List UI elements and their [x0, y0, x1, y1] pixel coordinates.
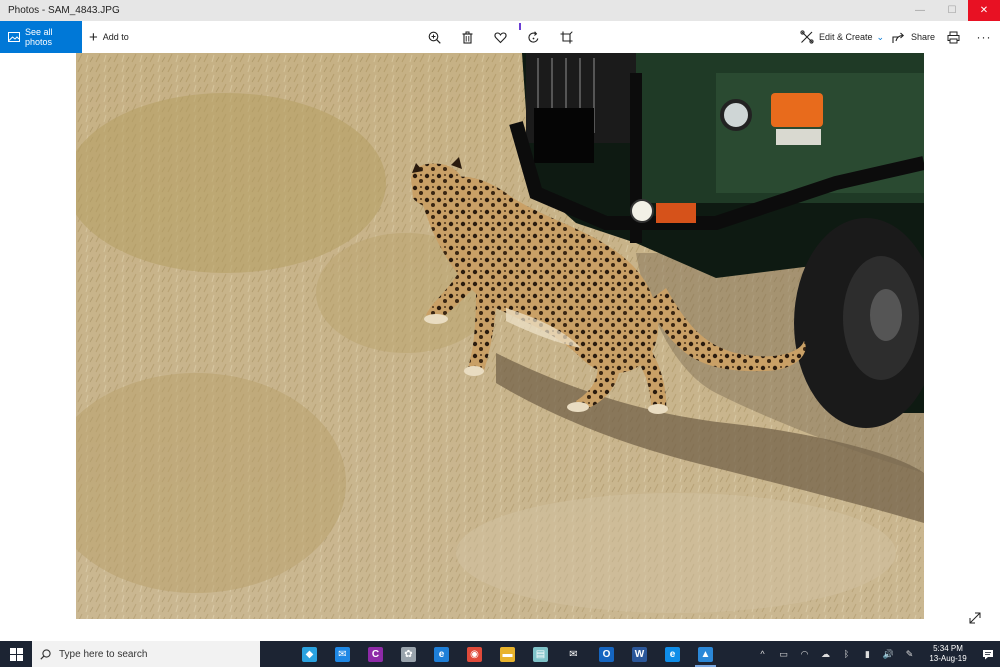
title-bar: Photos - SAM_4843.JPG — ☐ ✕: [0, 0, 1000, 21]
chevron-down-icon: ⌄: [876, 31, 885, 42]
windows-logo-icon: [9, 647, 23, 661]
tray-icon[interactable]: ◠: [794, 641, 815, 667]
taskbar-edge-legacy[interactable]: e: [425, 641, 458, 667]
taskbar-search[interactable]: Type here to search: [32, 641, 260, 667]
taskbar-mail[interactable]: ✉: [557, 641, 590, 667]
photo-canvas[interactable]: [76, 53, 924, 619]
minimize-button[interactable]: —: [904, 0, 936, 21]
tray-icons: ^ ▭ ◠ ☁ ᛒ ▮ 🔊 ✎: [752, 641, 920, 667]
maximize-button[interactable]: ☐: [936, 0, 968, 21]
rotate-icon: [527, 30, 538, 43]
zoom-button[interactable]: [424, 27, 444, 47]
add-to-label: Add to: [102, 32, 129, 42]
share-label: Share: [911, 32, 936, 42]
photo-icon: [8, 32, 20, 42]
edit-create-button[interactable]: Edit & Create ⌄: [800, 21, 884, 53]
search-icon: [40, 648, 51, 660]
clock[interactable]: 5:34 PM 13-Aug-19: [920, 641, 976, 667]
start-button[interactable]: [0, 641, 32, 667]
app-messenger-icon: ✉: [335, 646, 350, 662]
task-view-icon: [269, 646, 284, 662]
taskbar-file-explorer[interactable]: ▬: [491, 641, 524, 667]
mail-icon: ✉: [566, 646, 581, 662]
clock-date: 13-Aug-19: [929, 654, 967, 663]
tray-icon[interactable]: ▭: [773, 641, 794, 667]
toolbar: See all photos + Add to Edit & Create ⌄ …: [0, 21, 1000, 53]
taskbar: Type here to search ◆ ✉ C ✿ e ◉ ▬ ▤ ✉ O We ▲ ^ ▭ ◠ ☁ ᛒ ▮…: [0, 641, 1000, 667]
tray-icon[interactable]: ☁: [815, 641, 836, 667]
crop-icon: [560, 30, 573, 43]
tray-icon[interactable]: ᛒ: [836, 641, 857, 667]
tray-icon[interactable]: ✎: [899, 641, 920, 667]
taskbar-photos[interactable]: ▲: [689, 641, 722, 667]
app-diamond-icon: ◆: [302, 646, 317, 662]
photos-app: Photos - SAM_4843.JPG — ☐ ✕ See all phot…: [0, 0, 1000, 667]
print-button[interactable]: [944, 27, 962, 47]
share-button[interactable]: Share: [892, 21, 935, 53]
expand-icon: [969, 612, 981, 624]
delete-button[interactable]: [457, 27, 477, 47]
search-placeholder: Type here to search: [59, 648, 148, 660]
edit-create-icon: [800, 30, 814, 44]
print-icon: [947, 31, 959, 43]
taskbar-edge[interactable]: e: [656, 641, 689, 667]
leopard-photo: [76, 53, 924, 619]
more-options-button[interactable]: ···: [976, 27, 992, 47]
tray-icon[interactable]: ▮: [857, 641, 878, 667]
edge-icon: e: [665, 646, 680, 662]
fullscreen-button[interactable]: [966, 609, 984, 627]
crop-button[interactable]: [556, 27, 576, 47]
file-explorer-icon: ▬: [500, 646, 515, 662]
edge-legacy-icon: e: [434, 646, 449, 662]
app-book-icon: ▤: [533, 646, 548, 662]
taskbar-app-c[interactable]: C: [359, 641, 392, 667]
favorite-button[interactable]: [490, 27, 510, 47]
see-all-photos-button[interactable]: See all photos: [0, 21, 82, 53]
taskbar-outlook[interactable]: O: [590, 641, 623, 667]
see-all-photos-label: See all photos: [24, 27, 53, 47]
window-title: Photos - SAM_4843.JPG: [8, 5, 120, 16]
share-icon: [892, 32, 905, 43]
close-button[interactable]: ✕: [968, 0, 1000, 21]
notification-icon: [983, 649, 993, 659]
app-wheel-icon: ✿: [401, 646, 416, 662]
app-c-icon: C: [368, 646, 383, 662]
tray-icon[interactable]: ^: [752, 641, 773, 667]
photos-icon: ▲: [698, 646, 713, 662]
trash-icon: [462, 31, 472, 44]
window-controls: — ☐ ✕: [904, 0, 1000, 21]
taskbar-app-book[interactable]: ▤: [524, 641, 557, 667]
rotate-button[interactable]: [523, 27, 543, 47]
rotate-indicator: [519, 23, 521, 30]
taskbar-word[interactable]: W: [623, 641, 656, 667]
add-to-button[interactable]: + Add to: [89, 21, 129, 53]
taskbar-app-diamond[interactable]: ◆: [293, 641, 326, 667]
taskbar-app-wheel[interactable]: ✿: [392, 641, 425, 667]
taskbar-chrome[interactable]: ◉: [458, 641, 491, 667]
plus-icon: +: [89, 28, 98, 46]
system-tray: ^ ▭ ◠ ☁ ᛒ ▮ 🔊 ✎ 5:34 PM 13-Aug-19: [752, 641, 1000, 667]
pinned-apps: ◆ ✉ C ✿ e ◉ ▬ ▤ ✉ O We ▲: [260, 641, 722, 667]
tray-icon[interactable]: 🔊: [878, 641, 899, 667]
chrome-icon: ◉: [467, 646, 482, 662]
clock-time: 5:34 PM: [933, 644, 963, 653]
edit-create-label: Edit & Create: [819, 32, 873, 42]
taskbar-task-view[interactable]: [260, 641, 293, 667]
taskbar-app-messenger[interactable]: ✉: [326, 641, 359, 667]
photo-viewer: [0, 53, 1000, 641]
action-center-button[interactable]: [976, 641, 1000, 667]
zoom-in-icon: [428, 31, 441, 44]
outlook-icon: O: [599, 646, 614, 662]
heart-icon: [493, 31, 507, 43]
word-icon: W: [632, 646, 647, 662]
